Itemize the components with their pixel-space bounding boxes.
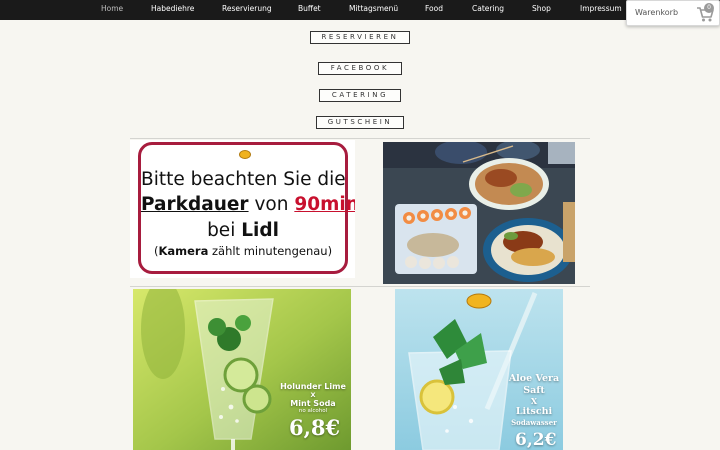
aloe-vera-drink-poster: Aloe Vera Saft X Litschi Sodawasser 6,2€	[395, 289, 563, 450]
notice-parkdauer: Parkdauer	[141, 194, 249, 215]
nav-item-food[interactable]: Food	[425, 4, 443, 13]
notice-rest: zählt minutengenau)	[211, 244, 333, 258]
nav-item-mittagsmenue[interactable]: Mittagsmenü	[349, 4, 398, 13]
drink2-name-line4: Sodawasser	[511, 418, 557, 427]
notice-lidl: Lidl	[241, 220, 279, 241]
notice-kamera: Kamera	[158, 244, 209, 258]
notice-line-1: Bitte beachten Sie die	[141, 169, 346, 190]
drink1-name-line2: Mint Soda	[290, 399, 336, 408]
drink1-price: 6,8€	[289, 415, 341, 440]
notice-line-3: bei Lidl	[141, 220, 345, 241]
drink2-name-line3: Litschi	[515, 406, 553, 417]
divider	[130, 286, 590, 287]
notice-line-4: (Kamera zählt minutengenau)	[141, 244, 345, 258]
nav-item-reservierung[interactable]: Reservierung	[222, 4, 272, 13]
notice-minutes: 90min	[294, 194, 355, 215]
drink2-name-line2: Saft	[523, 385, 545, 396]
reservieren-button[interactable]: RESERVIEREN	[310, 31, 410, 44]
notice-bei: bei	[207, 220, 236, 241]
drink1-name-line1: Holunder Lime	[280, 382, 346, 391]
drink1-note: no alcohol	[298, 408, 328, 414]
notice-line-2: Parkdauer von 90min	[141, 194, 355, 215]
nav-item-shop[interactable]: Shop	[532, 4, 551, 13]
top-navigation: Home Habediehre Reservierung Buffet Mitt…	[0, 0, 720, 20]
drink2-name-line1: Aloe Vera	[508, 373, 560, 384]
divider	[130, 138, 590, 139]
drink1-name-x: X	[310, 391, 316, 399]
holunder-lime-drink-poster: Holunder Lime X Mint Soda no alcohol 6,8…	[133, 289, 351, 450]
cart-count-badge: 0	[704, 3, 714, 13]
notice-von: von	[254, 194, 289, 215]
catering-button[interactable]: CATERING	[319, 89, 401, 102]
cart-widget[interactable]: Warenkorb 0	[626, 0, 720, 26]
nav-item-impressum[interactable]: Impressum	[580, 4, 622, 13]
facebook-button[interactable]: FACEBOOK	[318, 62, 402, 75]
parking-notice-banner: Bitte beachten Sie die Parkdauer von 90m…	[130, 140, 355, 278]
cart-label: Warenkorb	[635, 8, 679, 17]
nav-item-catering[interactable]: Catering	[472, 4, 504, 13]
food-plates-photo	[383, 142, 575, 284]
nav-item-habediehre[interactable]: Habediehre	[151, 4, 194, 13]
nav-item-home[interactable]: Home	[101, 4, 123, 13]
food-photo-illustration	[383, 142, 575, 284]
gutschein-button[interactable]: GUTSCHEIN	[316, 116, 404, 129]
parking-notice-box: Bitte beachten Sie die Parkdauer von 90m…	[138, 142, 355, 274]
nav-item-buffet[interactable]: Buffet	[298, 4, 321, 13]
restaurant-logo-icon	[239, 150, 251, 159]
drink2-name-x: X	[530, 396, 538, 406]
drink2-price: 6,2€	[515, 430, 557, 450]
